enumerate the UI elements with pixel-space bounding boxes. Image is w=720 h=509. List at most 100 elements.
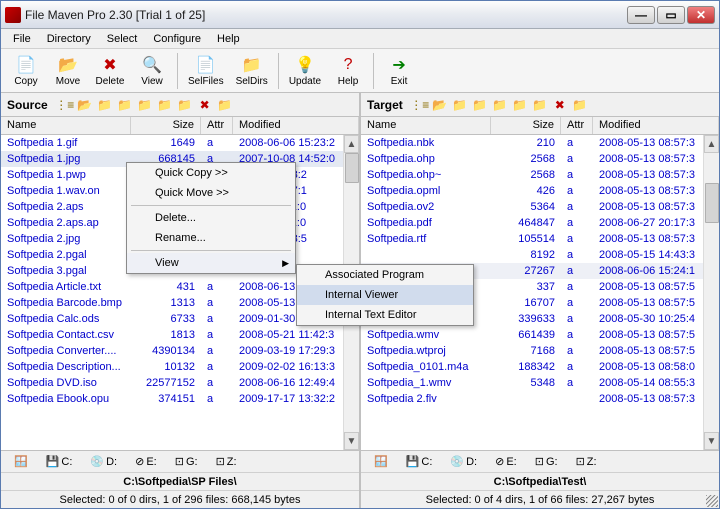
cell-name: Softpedia.ohp [361, 153, 491, 165]
scroll-up[interactable]: ▲ [704, 135, 719, 153]
file-row[interactable]: Softpedia.ov25364a2008-05-13 08:57:3 [361, 199, 719, 215]
target-drive-E[interactable]: ⊘E: [488, 453, 524, 470]
col-size[interactable]: Size [131, 117, 201, 134]
target-drive-windows-icon[interactable]: 🪟 [367, 453, 395, 470]
target-scrollbar[interactable]: ▲ ▼ [703, 135, 719, 450]
file-row[interactable]: Softpedia Contact.csv1813a2008-05-21 11:… [1, 327, 359, 343]
int-text-editor[interactable]: Internal Text Editor [297, 305, 473, 325]
file-row[interactable]: Softpedia_0101.m4a188342a2008-05-13 08:5… [361, 359, 719, 375]
file-row[interactable]: Softpedia DVD.iso22577152a2008-06-16 12:… [1, 375, 359, 391]
source-f6-icon[interactable]: 📁 [216, 97, 234, 113]
target-drive-C[interactable]: 💾C: [399, 453, 440, 470]
quick-move[interactable]: Quick Move >> [127, 183, 295, 203]
target-drive-Z[interactable]: ⊡Z: [569, 453, 604, 470]
move-button[interactable]: 📂Move [49, 53, 87, 89]
view-button[interactable]: 🔍View [133, 53, 171, 89]
source-tree-icon[interactable]: ⋮≡ [56, 97, 74, 113]
source-f2-icon[interactable]: 📁 [116, 97, 134, 113]
col-size[interactable]: Size [491, 117, 561, 134]
file-row[interactable]: Softpedia.ohp2568a2008-05-13 08:57:3 [361, 151, 719, 167]
target-f1-icon[interactable]: 📁 [451, 97, 469, 113]
source-drive-D[interactable]: 💿D: [83, 453, 124, 470]
target-drive-G[interactable]: ⊡G: [528, 453, 565, 470]
copy-button[interactable]: 📄Copy [7, 53, 45, 89]
menubar: FileDirectorySelectConfigureHelp [1, 29, 719, 49]
file-row[interactable]: Softpedia Converter....4390134a2009-03-1… [1, 343, 359, 359]
source-drive-Z[interactable]: ⊡Z: [209, 453, 244, 470]
file-row[interactable]: Softpedia.ohp~2568a2008-05-13 08:57:3 [361, 167, 719, 183]
file-row[interactable]: 8192a2008-05-15 14:43:3 [361, 247, 719, 263]
file-row[interactable]: Softpedia.wmv661439a2008-05-13 08:57:5 [361, 327, 719, 343]
source-f5-icon[interactable]: 📁 [176, 97, 194, 113]
target-f4-icon[interactable]: 📁 [511, 97, 529, 113]
target-drive-Z-icon: ⊡ [576, 455, 585, 468]
update-button[interactable]: 💡Update [285, 53, 325, 89]
source-f1-icon[interactable]: 📁 [96, 97, 114, 113]
col-name[interactable]: Name [361, 117, 491, 134]
target-tree-icon[interactable]: ⋮≡ [411, 97, 429, 113]
cell-name: Softpedia.rtf [361, 233, 491, 245]
target-f3-icon[interactable]: 📁 [491, 97, 509, 113]
target-f2-icon[interactable]: 📁 [471, 97, 489, 113]
move-icon: 📂 [58, 55, 78, 75]
source-up-icon[interactable]: 📂 [76, 97, 94, 113]
source-drive-windows-icon[interactable]: 🪟 [7, 453, 35, 470]
menu-help[interactable]: Help [209, 31, 248, 47]
menu-directory[interactable]: Directory [39, 31, 99, 47]
assoc-prog[interactable]: Associated Program [297, 265, 473, 285]
ctx-view[interactable]: View [127, 253, 295, 273]
menu-file[interactable]: File [5, 31, 39, 47]
source-drivebar: 🪟💾C:💿D:⊘E:⊡G:⊡Z: [1, 450, 359, 472]
source-f4-icon[interactable]: 📁 [156, 97, 174, 113]
maximize-button[interactable]: ▭ [657, 6, 685, 24]
int-viewer[interactable]: Internal Viewer [297, 285, 473, 305]
scroll-down[interactable]: ▼ [704, 432, 719, 450]
source-drive-E[interactable]: ⊘E: [128, 453, 164, 470]
target-f5-icon[interactable]: 📁 [531, 97, 549, 113]
source-del-icon[interactable]: ✖ [196, 97, 214, 113]
menu-select[interactable]: Select [99, 31, 146, 47]
menu-configure[interactable]: Configure [145, 31, 209, 47]
file-row[interactable]: Softpedia_1.wmv5348a2008-05-14 08:55:3 [361, 375, 719, 391]
target-del-icon[interactable]: ✖ [551, 97, 569, 113]
exit-button[interactable]: ➔Exit [380, 53, 418, 89]
minimize-button[interactable]: — [627, 6, 655, 24]
file-row[interactable]: Softpedia.wtproj7168a2008-05-13 08:57:5 [361, 343, 719, 359]
target-f6-icon[interactable]: 📁 [571, 97, 589, 113]
source-drive-G[interactable]: ⊡G: [168, 453, 205, 470]
scroll-thumb[interactable] [345, 153, 359, 183]
quick-copy[interactable]: Quick Copy >> [127, 163, 295, 183]
file-row[interactable]: Softpedia.nbk210a2008-05-13 08:57:3 [361, 135, 719, 151]
file-row[interactable]: Softpedia Ebook.opu374151a2009-17-17 13:… [1, 391, 359, 407]
cell-size: 105514 [491, 233, 561, 245]
delete-button[interactable]: ✖Delete [91, 53, 129, 89]
target-up-icon[interactable]: 📂 [431, 97, 449, 113]
source-f3-icon[interactable]: 📁 [136, 97, 154, 113]
help-button[interactable]: ?Help [329, 53, 367, 89]
col-attr[interactable]: Attr [201, 117, 233, 134]
selfiles-button[interactable]: 📄SelFiles [184, 53, 228, 89]
file-row[interactable]: Softpedia.pdf464847a2008-06-27 20:17:3 [361, 215, 719, 231]
scroll-thumb[interactable] [705, 183, 719, 223]
ctx-rename[interactable]: Rename... [127, 228, 295, 248]
source-drive-C[interactable]: 💾C: [39, 453, 80, 470]
scroll-up[interactable]: ▲ [344, 135, 359, 153]
col-modified[interactable]: Modified [233, 117, 359, 134]
col-modified[interactable]: Modified [593, 117, 719, 134]
file-row[interactable]: Softpedia Description...10132a2009-02-02… [1, 359, 359, 375]
resize-grip[interactable] [706, 495, 718, 507]
target-drive-D[interactable]: 💿D: [443, 453, 484, 470]
col-name[interactable]: Name [1, 117, 131, 134]
file-row[interactable]: Softpedia.opml426a2008-05-13 08:57:3 [361, 183, 719, 199]
scroll-down[interactable]: ▼ [344, 432, 359, 450]
cell-mod: 2008-05-13 08:57:5 [593, 329, 719, 341]
close-button[interactable]: ✕ [687, 6, 715, 24]
col-attr[interactable]: Attr [561, 117, 593, 134]
file-row[interactable]: Softpedia 2.flv2008-05-13 08:57:3 [361, 391, 719, 407]
titlebar: File Maven Pro 2.30 [Trial 1 of 25] — ▭ … [1, 1, 719, 29]
app-icon [5, 7, 21, 23]
ctx-delete[interactable]: Delete... [127, 208, 295, 228]
file-row[interactable]: Softpedia 1.gif1649a2008-06-06 15:23:2 [1, 135, 359, 151]
seldirs-button[interactable]: 📁SelDirs [232, 53, 272, 89]
file-row[interactable]: Softpedia.rtf105514a2008-05-13 08:57:3 [361, 231, 719, 247]
